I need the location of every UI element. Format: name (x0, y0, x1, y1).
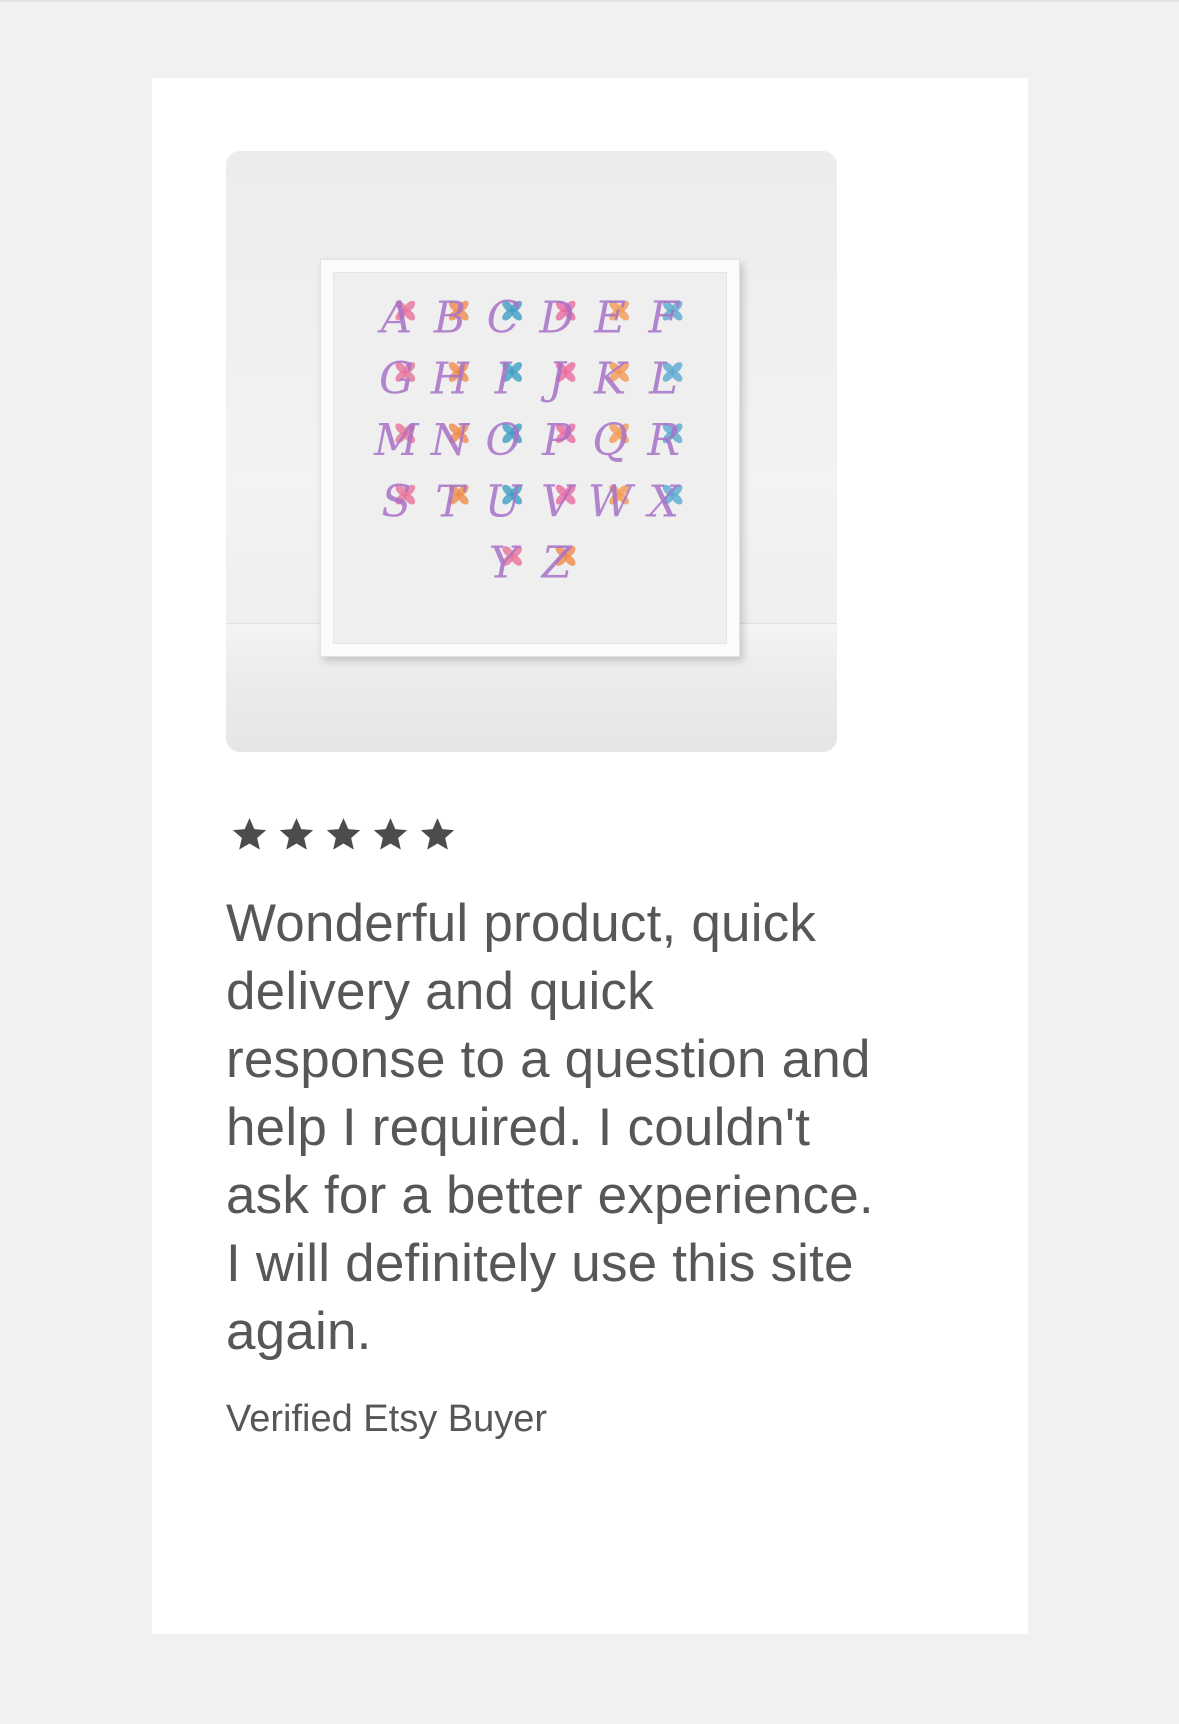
svg-text:T: T (435, 477, 467, 527)
picture-frame: ABCDEF GHIJKL MNOPQR STUVWX YZ (320, 259, 740, 657)
svg-text:F: F (648, 293, 681, 343)
cross-stitch-canvas: ABCDEF GHIJKL MNOPQR STUVWX YZ (333, 272, 727, 644)
svg-text:Y: Y (489, 539, 522, 589)
svg-text:X: X (645, 477, 681, 527)
alphabet-letter: E (593, 293, 629, 343)
alphabet-letter: M (373, 416, 420, 466)
svg-text:J: J (540, 355, 568, 405)
svg-text:S: S (381, 477, 411, 527)
alphabet-letter: W (588, 477, 636, 527)
alphabet-letter: S (381, 477, 416, 527)
svg-text:U: U (485, 477, 523, 527)
alphabet-letter: K (593, 355, 629, 405)
svg-text:H: H (430, 355, 470, 405)
alphabet-letter: L (648, 355, 683, 405)
alphabet-letter: R (646, 416, 683, 466)
svg-text:L: L (648, 355, 678, 405)
star-rating (226, 814, 461, 854)
alphabet-letter: Q (592, 416, 629, 466)
svg-text:V: V (541, 477, 577, 527)
svg-text:E: E (593, 293, 626, 343)
product-photo[interactable]: ABCDEF GHIJKL MNOPQR STUVWX YZ (226, 151, 837, 752)
alphabet-letter: C (487, 293, 523, 343)
svg-text:N: N (430, 416, 471, 466)
star-icon (420, 818, 455, 850)
svg-text:O: O (485, 416, 521, 466)
star-icon (326, 818, 361, 850)
alphabet-artwork: A B C D E F G H I J K L M N O P Q R S T U V W X Y Z (373, 293, 683, 589)
alphabet-letter: U (485, 477, 523, 527)
alphabet-letter: Z (540, 539, 576, 589)
svg-text:K: K (593, 355, 629, 405)
alphabet-letter: V (541, 477, 577, 527)
svg-text:A: A (377, 293, 412, 343)
svg-text:R: R (646, 416, 680, 466)
alphabet-letter: J (540, 355, 576, 405)
svg-text:C: C (487, 293, 520, 343)
alphabet-letter: H (430, 355, 470, 405)
star-icon (373, 818, 408, 850)
review-card: ABCDEF GHIJKL MNOPQR STUVWX YZ Wonderful pro… (152, 78, 1028, 1634)
alphabet-letter: P (541, 416, 576, 466)
svg-text:I: I (494, 355, 513, 405)
alphabet-letter: Y (489, 539, 523, 589)
svg-text:P: P (541, 416, 572, 466)
alphabet-letter: T (435, 477, 469, 527)
svg-text:B: B (433, 293, 466, 343)
top-divider (0, 0, 1179, 2)
alphabet-letter: F (648, 293, 683, 343)
review-text: Wonderful product, quick delivery and qu… (226, 894, 874, 1361)
alphabet-letter: D (538, 293, 576, 343)
alphabet-letter: O (485, 416, 523, 466)
svg-text:G: G (379, 355, 414, 405)
alphabet-letter: N (430, 416, 471, 466)
svg-text:Q: Q (592, 416, 628, 466)
alphabet-letter: I (494, 355, 523, 405)
svg-text:M: M (373, 416, 420, 466)
alphabet-letter: A (377, 293, 416, 343)
star-icon (232, 818, 267, 850)
svg-text:W: W (588, 477, 636, 527)
review-author: Verified Etsy Buyer (226, 1398, 548, 1440)
alphabet-letter: G (379, 355, 416, 405)
star-icon (279, 818, 314, 850)
alphabet-letter: B (433, 293, 469, 343)
svg-text:D: D (538, 293, 574, 343)
alphabet-letter: X (645, 477, 683, 527)
svg-text:Z: Z (540, 539, 573, 589)
